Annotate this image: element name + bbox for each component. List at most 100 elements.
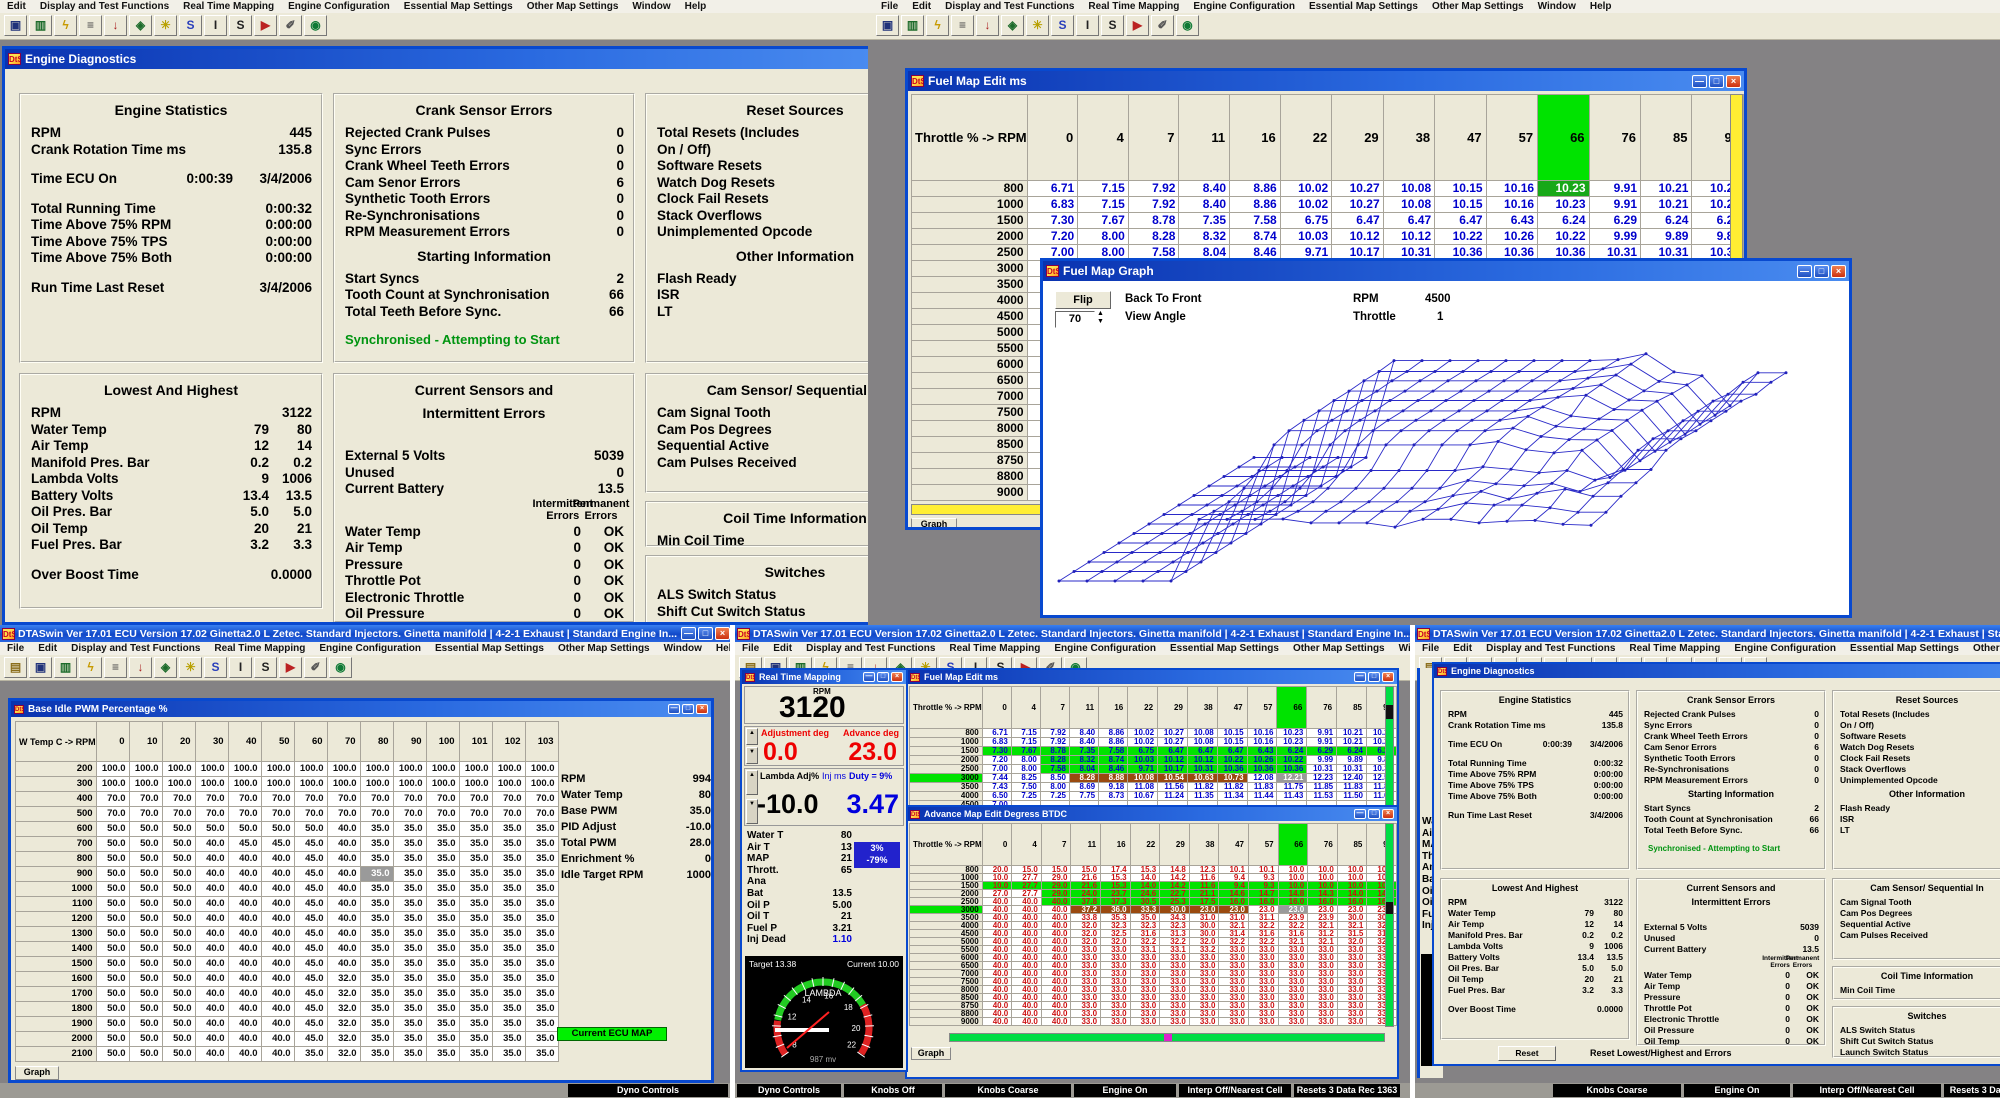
window-titlebar[interactable]: DtS Engine Diagnostics [1434, 664, 2000, 678]
map-cell[interactable]: 40.0 [1012, 898, 1042, 906]
map-cell[interactable]: 10.22 [1435, 229, 1486, 245]
map-cell[interactable]: 7.58 [1040, 765, 1069, 774]
row-header[interactable]: 4500 [910, 930, 983, 938]
map-cell[interactable]: 40.0 [261, 1002, 294, 1017]
map-cell[interactable]: 33.0 [1160, 954, 1190, 962]
map-cell[interactable]: 8.50 [1040, 774, 1069, 783]
map-cell[interactable]: 31.1 [1249, 914, 1279, 922]
map-cell[interactable]: 7.25 [1011, 792, 1040, 801]
map-cell[interactable]: 35.0 [426, 957, 459, 972]
map-cell[interactable]: 40.0 [1012, 930, 1042, 938]
menu-item-file[interactable]: File [1415, 642, 1446, 654]
map-cell[interactable]: 50.0 [96, 882, 129, 897]
map-cell[interactable]: 10.21 [1337, 729, 1367, 738]
map-cell[interactable]: 10.02 [1280, 197, 1331, 213]
map-cell[interactable]: 40.0 [1012, 1018, 1042, 1026]
map-cell[interactable]: 35.0 [459, 1047, 492, 1062]
menu-item-real-time-mapping[interactable]: Real Time Mapping [176, 0, 281, 12]
globe-icon[interactable]: ◉ [304, 15, 327, 36]
map-cell[interactable]: 40.0 [195, 912, 228, 927]
map-cell[interactable]: 35.0 [459, 852, 492, 867]
map-cell[interactable]: 10.02 [1128, 738, 1158, 747]
map-cell[interactable]: 11.50 [1337, 792, 1367, 801]
map-cell[interactable]: 6.71 [982, 729, 1011, 738]
menu-item-display-and-test-functions[interactable]: Display and Test Functions [938, 0, 1081, 12]
map-cell[interactable]: 33.0 [1337, 978, 1367, 986]
s-button-icon[interactable]: S [1101, 15, 1124, 36]
map-cell[interactable]: 40.0 [195, 1047, 228, 1062]
map-cell[interactable]: 7.92 [1040, 729, 1069, 738]
flip-button[interactable]: Flip [1055, 291, 1111, 309]
map-cell[interactable]: 40.0 [261, 1032, 294, 1047]
map-cell[interactable]: 7.15 [1011, 729, 1040, 738]
map-cell[interactable]: 70.0 [459, 792, 492, 807]
map-cell[interactable]: 6.83 [1027, 197, 1078, 213]
download-icon[interactable]: ↓ [104, 15, 127, 36]
map-cell[interactable]: 35.0 [492, 987, 525, 1002]
map-cell[interactable]: 35.0 [393, 942, 426, 957]
map-cell[interactable]: 50.0 [96, 897, 129, 912]
map-cell[interactable]: 100.0 [492, 762, 525, 777]
map-cell[interactable]: 33.0 [1308, 1010, 1338, 1018]
map-cell[interactable]: 32.3 [1130, 922, 1160, 930]
map-cell[interactable]: 35.0 [426, 1017, 459, 1032]
map-cell[interactable]: 31.0 [1219, 914, 1249, 922]
map-cell[interactable]: 35.0 [426, 912, 459, 927]
globe-icon[interactable]: ◉ [329, 657, 352, 678]
map-cell[interactable]: 35.0 [393, 912, 426, 927]
map-cell[interactable]: 33.0 [1308, 954, 1338, 962]
map-cell[interactable]: 10.26 [1247, 756, 1277, 765]
row-header[interactable]: 4000 [910, 792, 983, 801]
map-cell[interactable]: 31.2 [1308, 930, 1338, 938]
map-cell[interactable]: 23.0 [1189, 906, 1219, 914]
map-cell[interactable]: 10.21 [1337, 738, 1367, 747]
map-cell[interactable]: 32.3 [1160, 922, 1190, 930]
row-header[interactable]: 1400 [16, 942, 97, 957]
map-cell[interactable]: 11.82 [1187, 783, 1217, 792]
map-cell[interactable]: 40.0 [261, 942, 294, 957]
map-cell[interactable]: 10.16 [1247, 729, 1277, 738]
row-header[interactable]: 300 [16, 777, 97, 792]
map-cell[interactable]: 10.08 [1383, 197, 1434, 213]
map-cell[interactable]: 100.0 [129, 762, 162, 777]
map-cell[interactable]: 35.0 [426, 972, 459, 987]
menu-item-engine-configuration[interactable]: Engine Configuration [1047, 642, 1163, 654]
map-cell[interactable]: 50.0 [96, 1017, 129, 1032]
map-cell[interactable]: 10.36 [1247, 765, 1277, 774]
map-cell[interactable]: 40.0 [195, 927, 228, 942]
map-cell[interactable]: 33.0 [1249, 986, 1279, 994]
map-cell[interactable]: 33.0 [1278, 962, 1308, 970]
minimize-button[interactable]: — [1354, 672, 1366, 682]
map-cell[interactable]: 50.0 [162, 1032, 195, 1047]
map-cell[interactable]: 33.0 [1189, 970, 1219, 978]
map-cell[interactable]: 12.40 [1337, 774, 1367, 783]
row-header[interactable]: 8750 [910, 1002, 983, 1010]
map-cell[interactable]: 45.0 [228, 837, 261, 852]
close-button[interactable]: × [891, 672, 903, 682]
map-cell[interactable]: 32.2 [1219, 938, 1249, 946]
map-cell[interactable]: 8.32 [1070, 756, 1099, 765]
map-cell[interactable]: 8.69 [1070, 783, 1099, 792]
map-cell[interactable]: 10.03 [1128, 756, 1158, 765]
map-cell[interactable]: 40.0 [261, 1017, 294, 1032]
map-cell[interactable]: 30.5 [1130, 898, 1160, 906]
map-cell[interactable]: 35.0 [426, 867, 459, 882]
map-cell[interactable]: 50.0 [129, 972, 162, 987]
row-header[interactable]: 2500 [910, 898, 983, 906]
map-cell[interactable]: 40.0 [1041, 962, 1071, 970]
map-cell[interactable]: 10.0 [1278, 882, 1308, 890]
col-header[interactable]: 66 [1538, 95, 1589, 181]
map-cell[interactable]: 40.0 [1041, 906, 1071, 914]
download-icon[interactable]: ↓ [129, 657, 152, 678]
wrench-icon[interactable]: ✐ [304, 657, 327, 678]
map-cell[interactable]: 33.0 [1071, 1010, 1101, 1018]
map-cell[interactable]: 40.0 [195, 882, 228, 897]
spark-icon[interactable]: ✳ [179, 657, 202, 678]
map-cell[interactable]: 50.0 [96, 987, 129, 1002]
map-cell[interactable]: 33.0 [1101, 946, 1131, 954]
spark-icon[interactable]: ✳ [154, 15, 177, 36]
map-cell[interactable]: 33.0 [1130, 954, 1160, 962]
map-cell[interactable]: 6.47 [1187, 747, 1217, 756]
map-cell[interactable]: 6.47 [1332, 213, 1383, 229]
map-cell[interactable]: 10.22 [1538, 229, 1589, 245]
